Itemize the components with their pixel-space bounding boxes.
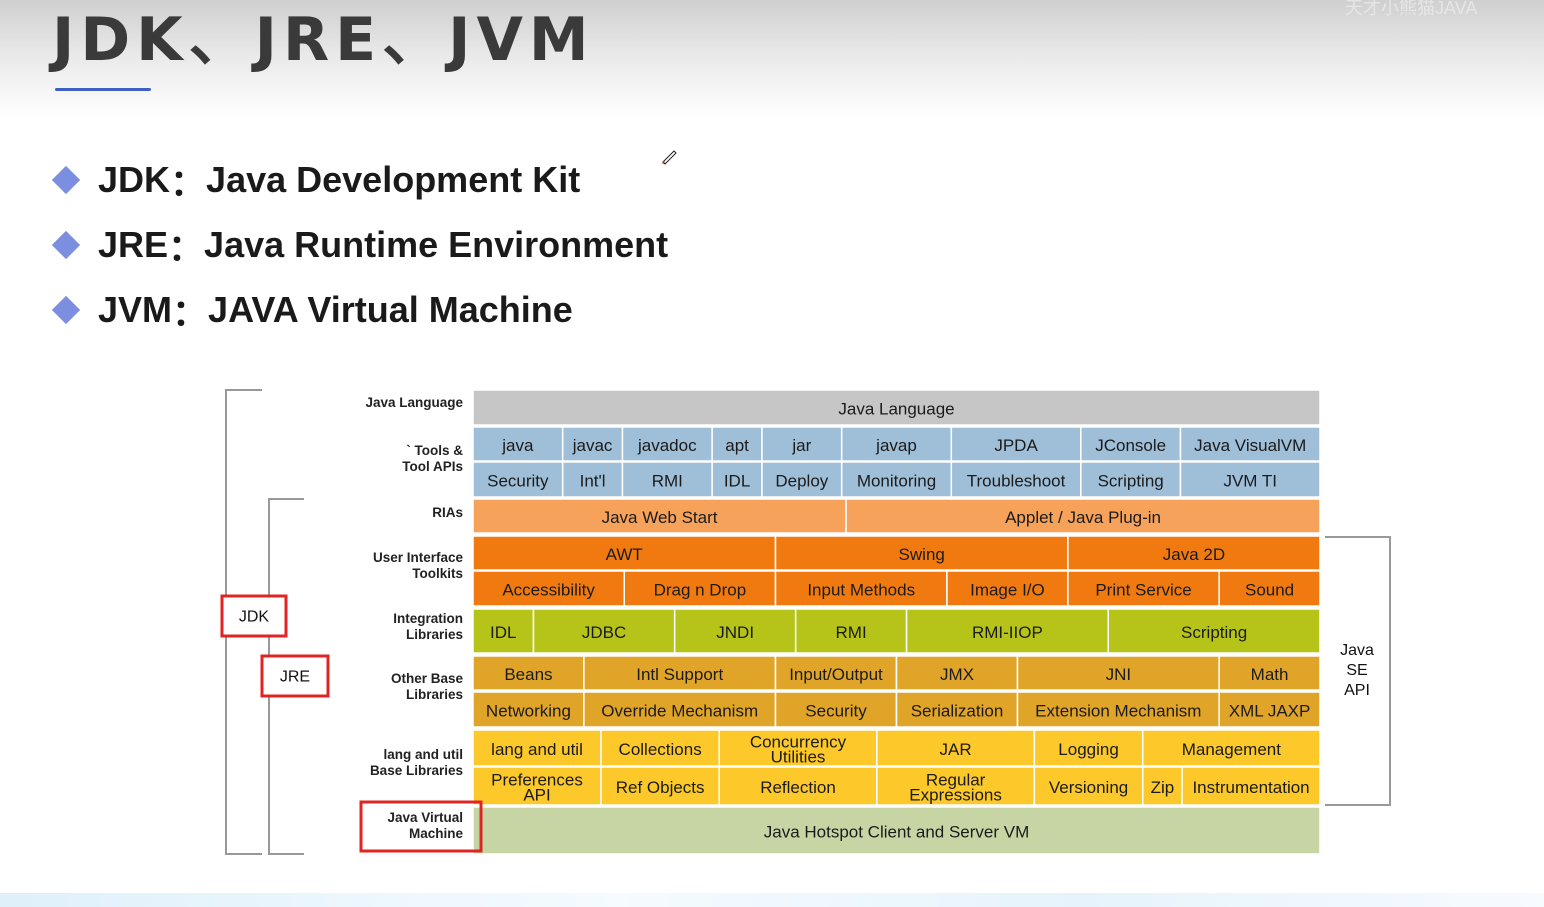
diagram-cell-label: JPDA (994, 436, 1038, 455)
diagram-cell-label: Beans (504, 665, 552, 684)
bullet-separator: ： (172, 292, 209, 333)
diagram-cell-label: Deploy (775, 471, 828, 490)
diagram-cell-label: Extension Mechanism (1035, 701, 1201, 720)
bullet-separator: ： (170, 162, 207, 203)
diagram-cell-label: Troubleshoot (967, 471, 1066, 490)
diagram-cell-label: Instrumentation (1192, 778, 1309, 797)
diagram-cell-label: JNDI (716, 623, 754, 642)
diagram-cell-label: Security (805, 701, 867, 720)
diagram-row-label: Java Language (365, 395, 463, 410)
diagram-cell-label: JAR (940, 740, 972, 759)
bullet-jdk: JDK ： Java Development Kit (51, 156, 668, 204)
diagram-cell-label: JConsole (1095, 436, 1166, 455)
diagram-row-label: ` Tools & Tool APIs (402, 443, 463, 474)
diagram-cell-label: Security (487, 471, 549, 490)
jdk-label: JDK (239, 609, 270, 626)
diamond-bullet-icon (51, 230, 81, 260)
bullet-jvm: JVM ： JAVA Virtual Machine (51, 286, 668, 334)
diagram-cell-label: Ref Objects (616, 778, 705, 797)
diagram-cell-label: jar (791, 436, 811, 455)
diagram-cell-label: Management (1182, 740, 1282, 759)
diagram-cell-label: lang and util (491, 740, 583, 759)
diagram-cell-label: Scripting (1098, 471, 1164, 490)
diagram-cell-label: Accessibility (502, 580, 595, 599)
diagram-cell-label: Sound (1245, 580, 1294, 599)
java-se-api-label: Java SE API (1340, 642, 1374, 699)
bullet-separator: ： (168, 227, 205, 268)
bullet-jre: JRE ： Java Runtime Environment (51, 221, 669, 269)
diagram-cell-label: XML JAXP (1229, 701, 1311, 720)
diagram-cell-label: javadoc (637, 436, 697, 455)
diagram-row-label: RIAs (432, 505, 463, 520)
diagram-cell-label: Intl Support (636, 665, 723, 684)
diagram-cell-label: Java 2D (1163, 545, 1225, 564)
bullet-list: JDK ： Java Development Kit JRE ： Java Ru… (51, 156, 669, 351)
title-underline (55, 88, 151, 91)
diagram-cell-label: Collections (619, 740, 702, 759)
diagram-cell-label: Print Service (1095, 580, 1191, 599)
page-title: JDK、JRE、JVM (52, 5, 595, 75)
diagram-cell-label: Java Language (838, 399, 954, 418)
diagram-cell-label: Input/Output (789, 665, 883, 684)
diagram-row-label: Java Virtual Machine (387, 810, 463, 841)
diagram-cell-label: Image I/O (970, 580, 1045, 599)
diagram-cell-label: Int'l (580, 471, 606, 490)
java-se-platform-diagram: Java Language java javac javadoc apt jar javap… (212, 380, 1407, 870)
diagram-cell-label: Swing (899, 545, 945, 564)
diagram-cell-label: Monitoring (857, 471, 936, 490)
diagram-cell-label: Drag n Drop (654, 580, 747, 599)
diagram-cell-label: Logging (1058, 740, 1119, 759)
bottom-wave (0, 893, 1544, 907)
diagram-cell-label: javap (875, 436, 917, 455)
diagram-cell-label: Java VisualVM (1194, 436, 1306, 455)
diagram-cell-label: Override Mechanism (601, 701, 758, 720)
diagram-cell-label: Serialization (911, 701, 1004, 720)
watermark: 天才小熊猫JAVA (1345, 0, 1478, 18)
diagram-cell-label: JNI (1106, 665, 1132, 684)
diagram-cell-label: AWT (606, 545, 643, 564)
bullet-term: JVM (98, 289, 173, 330)
diagram-cell-label: apt (725, 436, 749, 455)
jre-label: JRE (280, 669, 310, 686)
diagram-cell-label: JMX (940, 665, 974, 684)
diagram-cell-label: java (501, 436, 534, 455)
diamond-bullet-icon (51, 165, 81, 195)
bullet-meaning: JAVA Virtual Machine (208, 289, 573, 330)
diagram-cell-label: Versioning (1049, 778, 1128, 797)
bullet-term: JDK (98, 159, 171, 200)
diamond-bullet-icon (51, 295, 81, 325)
diagram-cell-label: javac (572, 436, 613, 455)
diagram-cell-label: Reflection (760, 778, 836, 797)
diagram-cell-label: Scripting (1181, 623, 1247, 642)
diagram-cell-label: IDL (724, 471, 750, 490)
diagram-cell-label: Networking (486, 701, 571, 720)
diagram-cell-label: JVM TI (1223, 471, 1277, 490)
bullet-meaning: Java Runtime Environment (204, 224, 669, 265)
diagram-cell-label: Math (1251, 665, 1289, 684)
diagram-cell-label: Input Methods (807, 580, 915, 599)
diagram-cell-label: RMI (836, 623, 867, 642)
diagram-cell-label: Java Hotspot Client and Server VM (764, 822, 1030, 841)
diagram-row-label: User Interface Toolkits (373, 550, 464, 581)
diagram-cell-label: RMI (652, 471, 683, 490)
bullet-term: JRE (98, 224, 169, 265)
diagram-row-label: lang and util Base Libraries (370, 747, 463, 778)
diagram-cell-label: IDL (490, 623, 516, 642)
diagram-cell-label: RMI-IIOP (972, 623, 1043, 642)
bullet-meaning: Java Development Kit (206, 159, 581, 200)
diagram-row-label: Integration Libraries (393, 611, 463, 642)
diagram-cell-label: JDBC (582, 623, 626, 642)
diagram-cell-label: Applet / Java Plug-in (1005, 508, 1161, 527)
diagram-row-label: Other Base Libraries (391, 671, 464, 702)
diagram-cell-label: Zip (1151, 778, 1175, 797)
diagram-cell-label: Java Web Start (602, 508, 718, 527)
